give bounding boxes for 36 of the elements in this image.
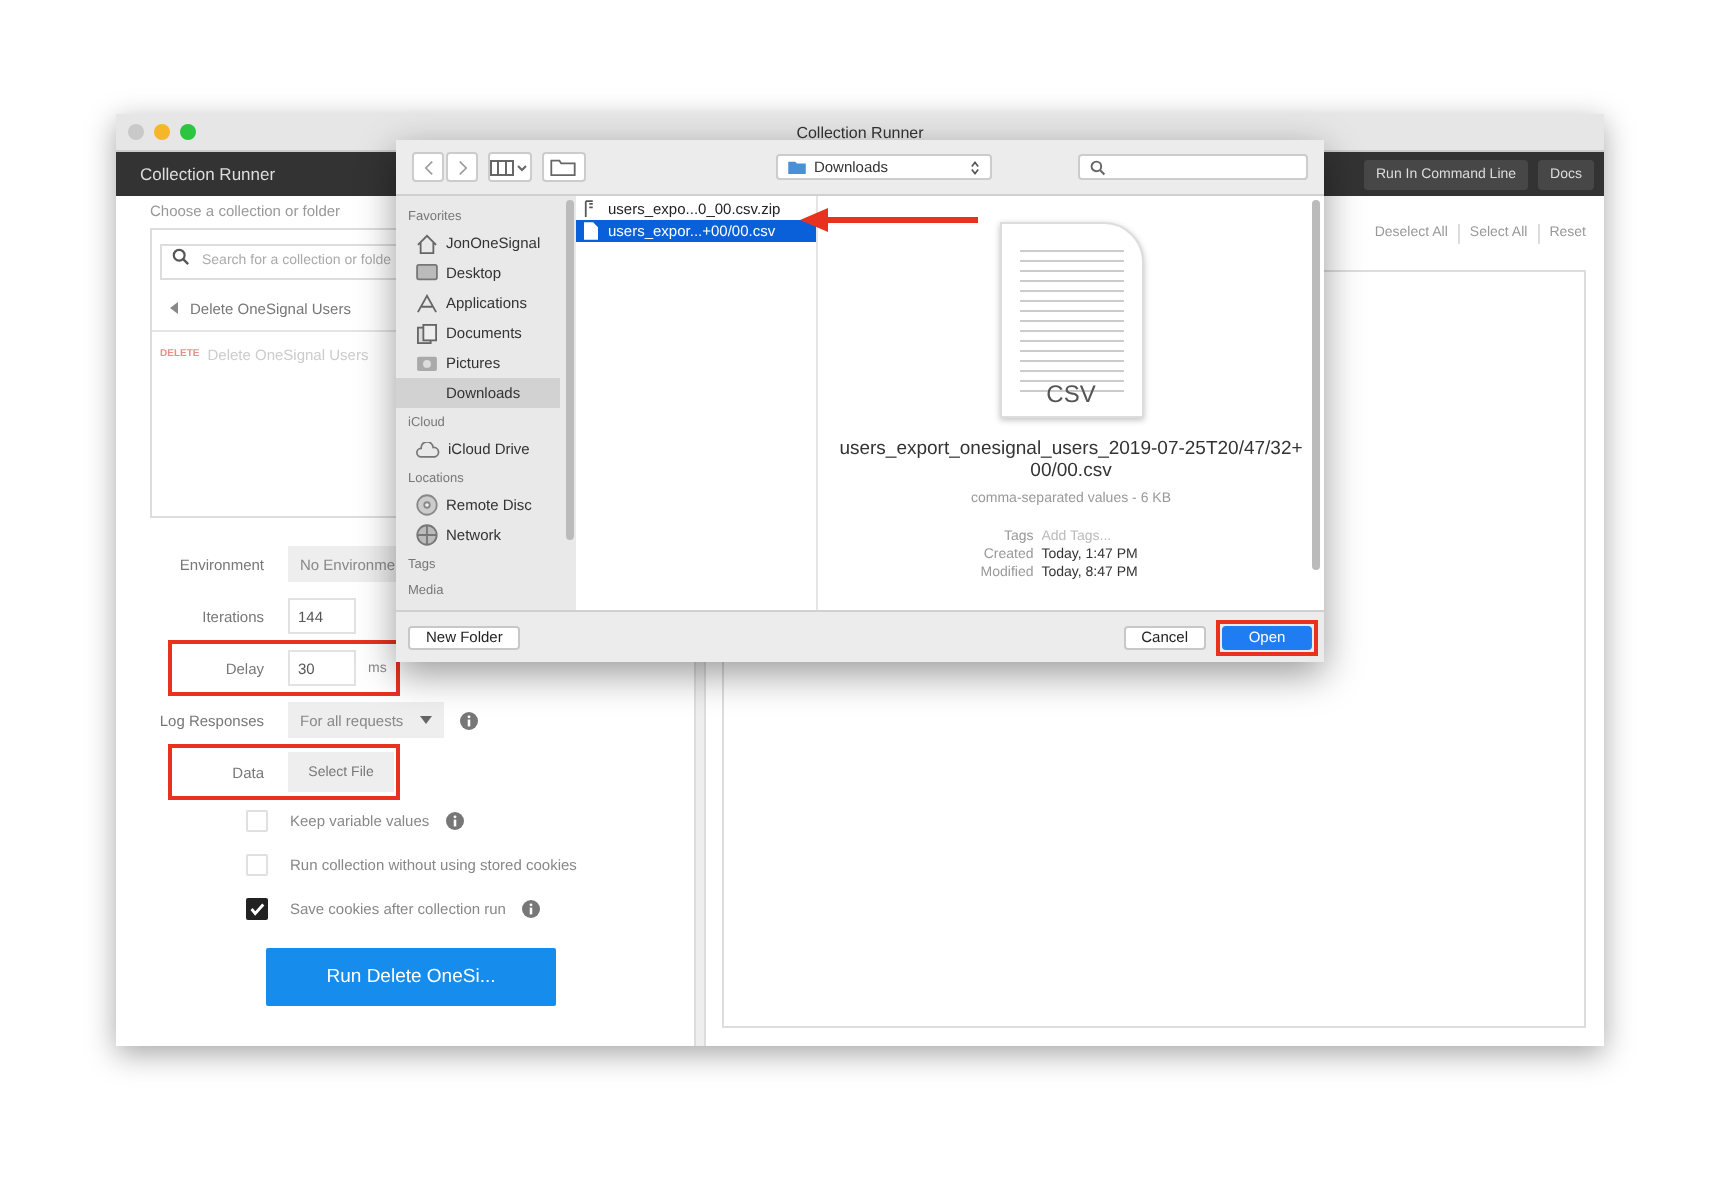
home-icon bbox=[416, 233, 438, 253]
folder-icon bbox=[787, 160, 806, 174]
info-icon[interactable] bbox=[445, 812, 464, 830]
folder-icon bbox=[550, 158, 577, 176]
monitor-icon bbox=[416, 264, 438, 282]
documents-icon bbox=[416, 323, 438, 343]
info-icon[interactable] bbox=[521, 900, 540, 918]
window-title: Collection Runner bbox=[796, 123, 924, 141]
chevron-left-icon bbox=[423, 159, 433, 175]
disc-icon bbox=[416, 494, 438, 516]
header-title: Collection Runner bbox=[140, 164, 276, 184]
camera-icon bbox=[416, 354, 438, 372]
check-icon bbox=[248, 900, 266, 918]
document-icon bbox=[584, 222, 598, 240]
search-field[interactable] bbox=[1078, 154, 1308, 180]
csv-file-icon: CSV bbox=[999, 222, 1143, 418]
back-caret-icon[interactable] bbox=[170, 302, 178, 314]
close-button[interactable] bbox=[128, 124, 144, 140]
minimize-button[interactable] bbox=[154, 124, 170, 140]
back-button[interactable] bbox=[412, 152, 444, 182]
new-folder-button[interactable] bbox=[542, 152, 586, 182]
view-mode-button[interactable] bbox=[488, 152, 532, 182]
applications-icon bbox=[416, 293, 438, 313]
forward-button[interactable] bbox=[446, 152, 478, 182]
checkbox[interactable] bbox=[246, 898, 268, 920]
zip-file-icon bbox=[584, 200, 598, 218]
updown-arrows-icon bbox=[970, 159, 981, 175]
zoom-button[interactable] bbox=[180, 124, 196, 140]
chevron-right-icon bbox=[457, 159, 467, 175]
search-icon bbox=[1090, 159, 1107, 175]
cloud-icon bbox=[416, 441, 440, 457]
columns-icon bbox=[490, 159, 530, 175]
globe-icon bbox=[416, 524, 438, 546]
file-name: users_export_onesignal_users_2019-07-25T20/47/32+00/00.csv bbox=[839, 438, 1303, 484]
info-icon[interactable] bbox=[459, 711, 478, 729]
caret-icon bbox=[419, 716, 432, 724]
